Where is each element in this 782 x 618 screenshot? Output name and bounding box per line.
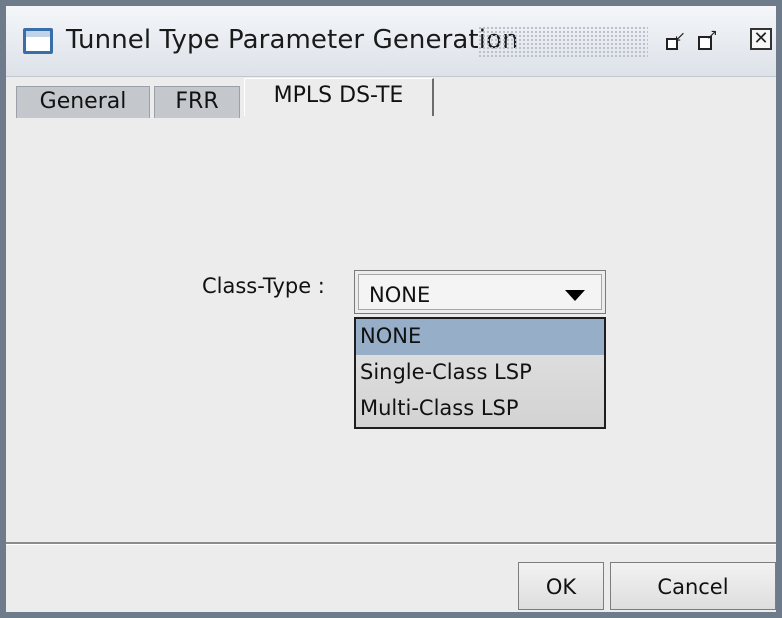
tab-label: FRR — [175, 89, 219, 114]
option-multi-class-lsp[interactable]: Multi-Class LSP — [356, 391, 604, 427]
option-single-class-lsp[interactable]: Single-Class LSP — [356, 355, 604, 391]
ok-button[interactable]: OK — [518, 562, 604, 610]
tab-mpls-ds-te[interactable]: MPLS DS-TE — [244, 78, 434, 116]
tab-bar: General FRR MPLS DS-TE — [16, 78, 776, 122]
title-bar[interactable]: Tunnel Type Parameter Generation ↙ ↗ ✕ — [6, 6, 776, 77]
window-icon — [23, 28, 53, 54]
class-type-select-field[interactable]: NONE — [358, 274, 602, 310]
class-type-dropdown-list: NONE Single-Class LSP Multi-Class LSP — [354, 317, 606, 429]
dialog-window: Tunnel Type Parameter Generation ↙ ↗ ✕ G… — [0, 0, 782, 618]
tab-frr[interactable]: FRR — [154, 86, 240, 118]
tab-label: MPLS DS-TE — [273, 83, 404, 108]
option-none[interactable]: NONE — [356, 319, 604, 355]
cancel-button[interactable]: Cancel — [610, 562, 776, 610]
maximize-icon[interactable]: ↗ — [696, 28, 718, 52]
class-type-label: Class-Type : — [202, 274, 325, 298]
title-bar-grip — [478, 26, 648, 58]
tab-label: General — [39, 89, 127, 114]
iconify-icon[interactable]: ↙ — [664, 30, 686, 52]
close-icon[interactable]: ✕ — [750, 28, 772, 50]
tab-general[interactable]: General — [16, 86, 150, 118]
class-type-selected-value: NONE — [369, 283, 431, 307]
class-type-select[interactable]: NONE — [354, 270, 606, 314]
window-title: Tunnel Type Parameter Generation — [66, 25, 519, 55]
chevron-down-icon[interactable] — [565, 290, 585, 301]
button-bar-divider — [6, 542, 776, 545]
